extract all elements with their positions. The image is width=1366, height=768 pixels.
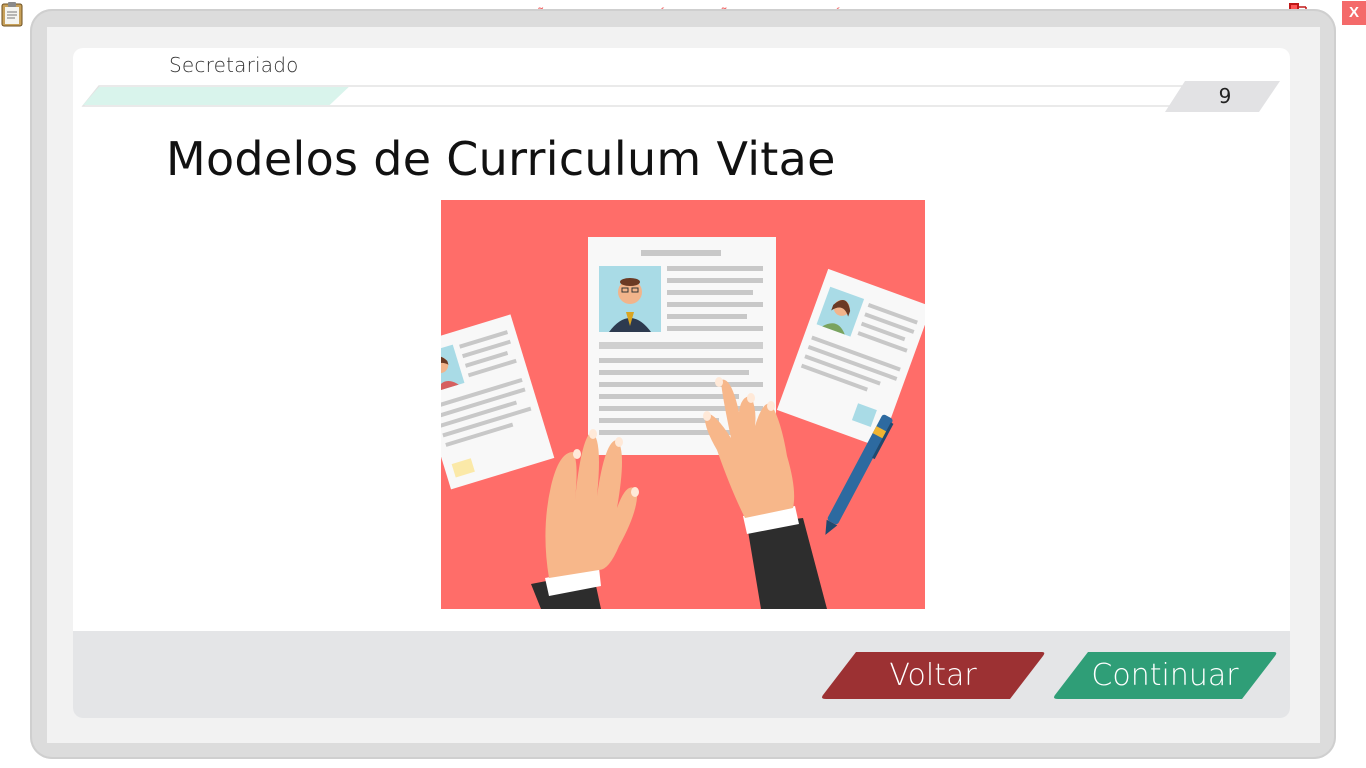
page-number: 9 xyxy=(1218,84,1232,108)
app-window: VERSÃO PARA FUNCIONÁRIOS - NÃO COMERCIAL… xyxy=(0,0,1366,768)
slide-title: Modelos de Curriculum Vitae xyxy=(166,132,836,186)
cv-illustration xyxy=(441,200,925,609)
back-button-label: Voltar xyxy=(889,658,977,693)
clipboard-icon[interactable] xyxy=(0,1,24,27)
slide-footer: Voltar Continuar xyxy=(73,631,1290,718)
back-button[interactable]: Voltar xyxy=(820,649,1046,702)
section-title: Secretariado xyxy=(169,53,299,77)
slide-panel: Secretariado 9 Modelos de Curriculum Vit… xyxy=(73,48,1290,718)
close-button[interactable]: X xyxy=(1342,1,1366,25)
continue-button-label: Continuar xyxy=(1091,658,1239,693)
progress-bar xyxy=(81,81,1280,112)
continue-button[interactable]: Continuar xyxy=(1052,649,1278,702)
progress-fill xyxy=(83,87,349,105)
